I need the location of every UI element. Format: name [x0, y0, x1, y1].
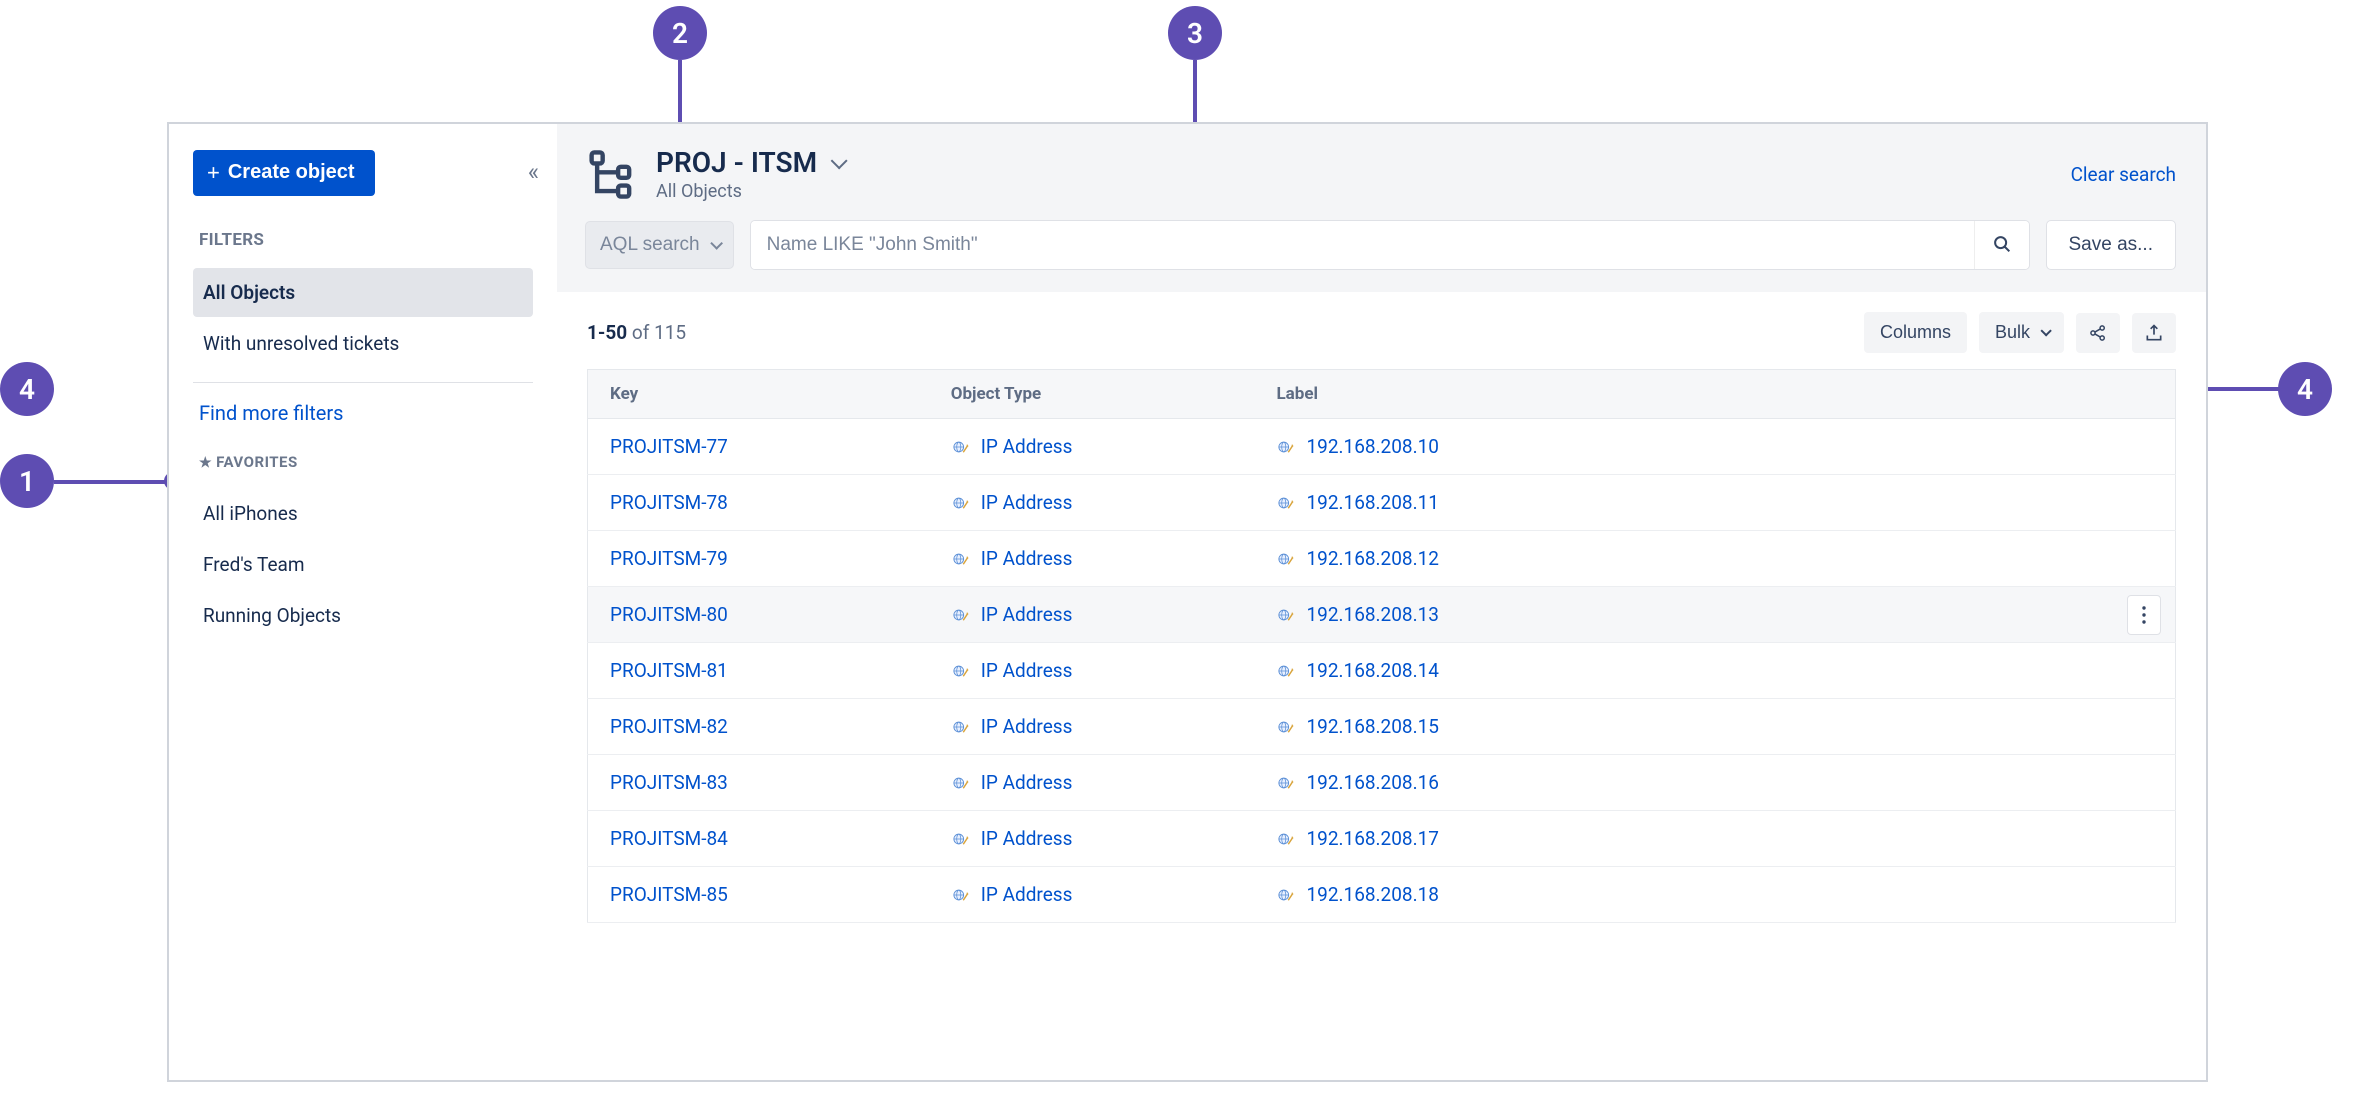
- favorite-item[interactable]: All iPhones: [193, 489, 533, 538]
- object-label-link[interactable]: 192.168.208.13: [1254, 587, 2175, 643]
- create-object-button[interactable]: + Create object: [193, 150, 375, 196]
- callout-4: 4: [2278, 362, 2332, 416]
- column-key[interactable]: Key: [588, 370, 929, 419]
- table-row[interactable]: PROJITSM-85IP Address192.168.208.18: [588, 867, 2176, 923]
- object-label-link[interactable]: 192.168.208.15: [1254, 699, 2175, 755]
- columns-button[interactable]: Columns: [1864, 312, 1967, 353]
- callout-1: 1: [0, 454, 54, 508]
- favorites-label-text: FAVORITES: [216, 453, 298, 471]
- object-type-link[interactable]: IP Address: [929, 531, 1255, 587]
- object-key-link[interactable]: PROJITSM-79: [588, 531, 929, 587]
- search-input[interactable]: [751, 221, 1974, 269]
- object-label-link[interactable]: 192.168.208.10: [1254, 419, 2175, 475]
- callout-4: 4: [0, 362, 54, 416]
- column-label[interactable]: Label: [1254, 370, 2175, 419]
- favorites-heading: ★FAVORITES: [193, 453, 533, 471]
- table-row[interactable]: PROJITSM-77IP Address192.168.208.10: [588, 419, 2176, 475]
- object-label-link[interactable]: 192.168.208.17: [1254, 811, 2175, 867]
- share-button[interactable]: [2076, 313, 2120, 353]
- more-icon: [2141, 605, 2147, 625]
- title-block: PROJ - ITSM All Objects: [656, 146, 843, 202]
- table-row[interactable]: PROJITSM-81IP Address192.168.208.14: [588, 643, 2176, 699]
- object-type-link[interactable]: IP Address: [929, 699, 1255, 755]
- result-range-bold: 1-50: [587, 321, 627, 344]
- schema-icon: [585, 148, 638, 201]
- find-more-filters-link[interactable]: Find more filters: [193, 401, 533, 425]
- plus-icon: +: [207, 162, 220, 184]
- object-key-link[interactable]: PROJITSM-80: [588, 587, 929, 643]
- table-row[interactable]: PROJITSM-82IP Address192.168.208.15: [588, 699, 2176, 755]
- table-row[interactable]: PROJITSM-84IP Address192.168.208.17: [588, 811, 2176, 867]
- object-key-link[interactable]: PROJITSM-78: [588, 475, 929, 531]
- object-label-link[interactable]: 192.168.208.12: [1254, 531, 2175, 587]
- schema-title-text: PROJ - ITSM: [656, 146, 817, 179]
- header: PROJ - ITSM All Objects Clear search: [557, 124, 2206, 210]
- object-key-link[interactable]: PROJITSM-83: [588, 755, 929, 811]
- object-label-link[interactable]: 192.168.208.11: [1254, 475, 2175, 531]
- table-row[interactable]: PROJITSM-83IP Address192.168.208.16: [588, 755, 2176, 811]
- clear-search-link[interactable]: Clear search: [2071, 163, 2176, 186]
- search-row: AQL search Save as...: [557, 210, 2206, 292]
- share-icon: [2088, 323, 2108, 343]
- content-area: 1-50 of 115 Columns Bulk: [557, 292, 2206, 1080]
- object-label-link[interactable]: 192.168.208.16: [1254, 755, 2175, 811]
- column-object-type[interactable]: Object Type: [929, 370, 1255, 419]
- schema-title[interactable]: PROJ - ITSM: [656, 146, 843, 179]
- object-type-link[interactable]: IP Address: [929, 867, 1255, 923]
- table-row[interactable]: PROJITSM-78IP Address192.168.208.11: [588, 475, 2176, 531]
- chevron-down-icon: [710, 237, 723, 250]
- bulk-label: Bulk: [1995, 322, 2030, 343]
- save-as-button[interactable]: Save as...: [2046, 220, 2177, 270]
- sidebar-divider: [193, 382, 533, 383]
- object-key-link[interactable]: PROJITSM-77: [588, 419, 929, 475]
- object-key-link[interactable]: PROJITSM-82: [588, 699, 929, 755]
- toolbar: 1-50 of 115 Columns Bulk: [587, 312, 2176, 353]
- favorite-item[interactable]: Running Objects: [193, 591, 533, 640]
- aql-search-label: AQL search: [600, 234, 700, 256]
- search-submit-button[interactable]: [1974, 221, 2029, 269]
- bulk-button[interactable]: Bulk: [1979, 312, 2064, 353]
- toolbar-controls: Columns Bulk: [1864, 312, 2176, 353]
- table-row[interactable]: PROJITSM-79IP Address192.168.208.12: [588, 531, 2176, 587]
- result-range: 1-50 of 115: [587, 321, 686, 344]
- result-range-total: of 115: [627, 321, 686, 344]
- filters-heading: Filters: [193, 230, 533, 250]
- object-type-link[interactable]: IP Address: [929, 811, 1255, 867]
- chevron-down-icon: [831, 152, 848, 169]
- object-type-link[interactable]: IP Address: [929, 475, 1255, 531]
- filter-item[interactable]: With unresolved tickets: [193, 319, 533, 368]
- favorite-item[interactable]: Fred's Team: [193, 540, 533, 589]
- table-row[interactable]: PROJITSM-80IP Address192.168.208.13: [588, 587, 2176, 643]
- filter-item[interactable]: All Objects: [193, 268, 533, 317]
- object-key-link[interactable]: PROJITSM-84: [588, 811, 929, 867]
- objects-table: Key Object Type Label PROJITSM-77IP Addr…: [587, 369, 2176, 923]
- sidebar: « + Create object Filters All ObjectsWit…: [169, 124, 557, 1080]
- callout-3: 3: [1168, 6, 1222, 60]
- callout-2: 2: [653, 6, 707, 60]
- object-key-link[interactable]: PROJITSM-81: [588, 643, 929, 699]
- object-key-link[interactable]: PROJITSM-85: [588, 867, 929, 923]
- chevron-down-icon: [2040, 325, 2051, 336]
- object-type-link[interactable]: IP Address: [929, 755, 1255, 811]
- star-icon: ★: [199, 455, 212, 471]
- export-icon: [2144, 323, 2164, 343]
- main-area: PROJ - ITSM All Objects Clear search AQL…: [557, 124, 2206, 1080]
- callout-1-line: [54, 480, 169, 484]
- export-button[interactable]: [2132, 313, 2176, 353]
- object-type-link[interactable]: IP Address: [929, 643, 1255, 699]
- app-frame: « + Create object Filters All ObjectsWit…: [167, 122, 2208, 1082]
- object-label-link[interactable]: 192.168.208.14: [1254, 643, 2175, 699]
- search-icon: [1991, 233, 2013, 255]
- collapse-sidebar-icon[interactable]: «: [528, 158, 533, 186]
- schema-subtitle: All Objects: [656, 181, 843, 202]
- object-type-link[interactable]: IP Address: [929, 419, 1255, 475]
- create-object-label: Create object: [228, 161, 355, 184]
- object-type-link[interactable]: IP Address: [929, 587, 1255, 643]
- aql-search-button[interactable]: AQL search: [585, 221, 734, 269]
- search-wrap: [750, 220, 2030, 270]
- row-actions-button[interactable]: [2127, 595, 2161, 635]
- object-label-link[interactable]: 192.168.208.18: [1254, 867, 2175, 923]
